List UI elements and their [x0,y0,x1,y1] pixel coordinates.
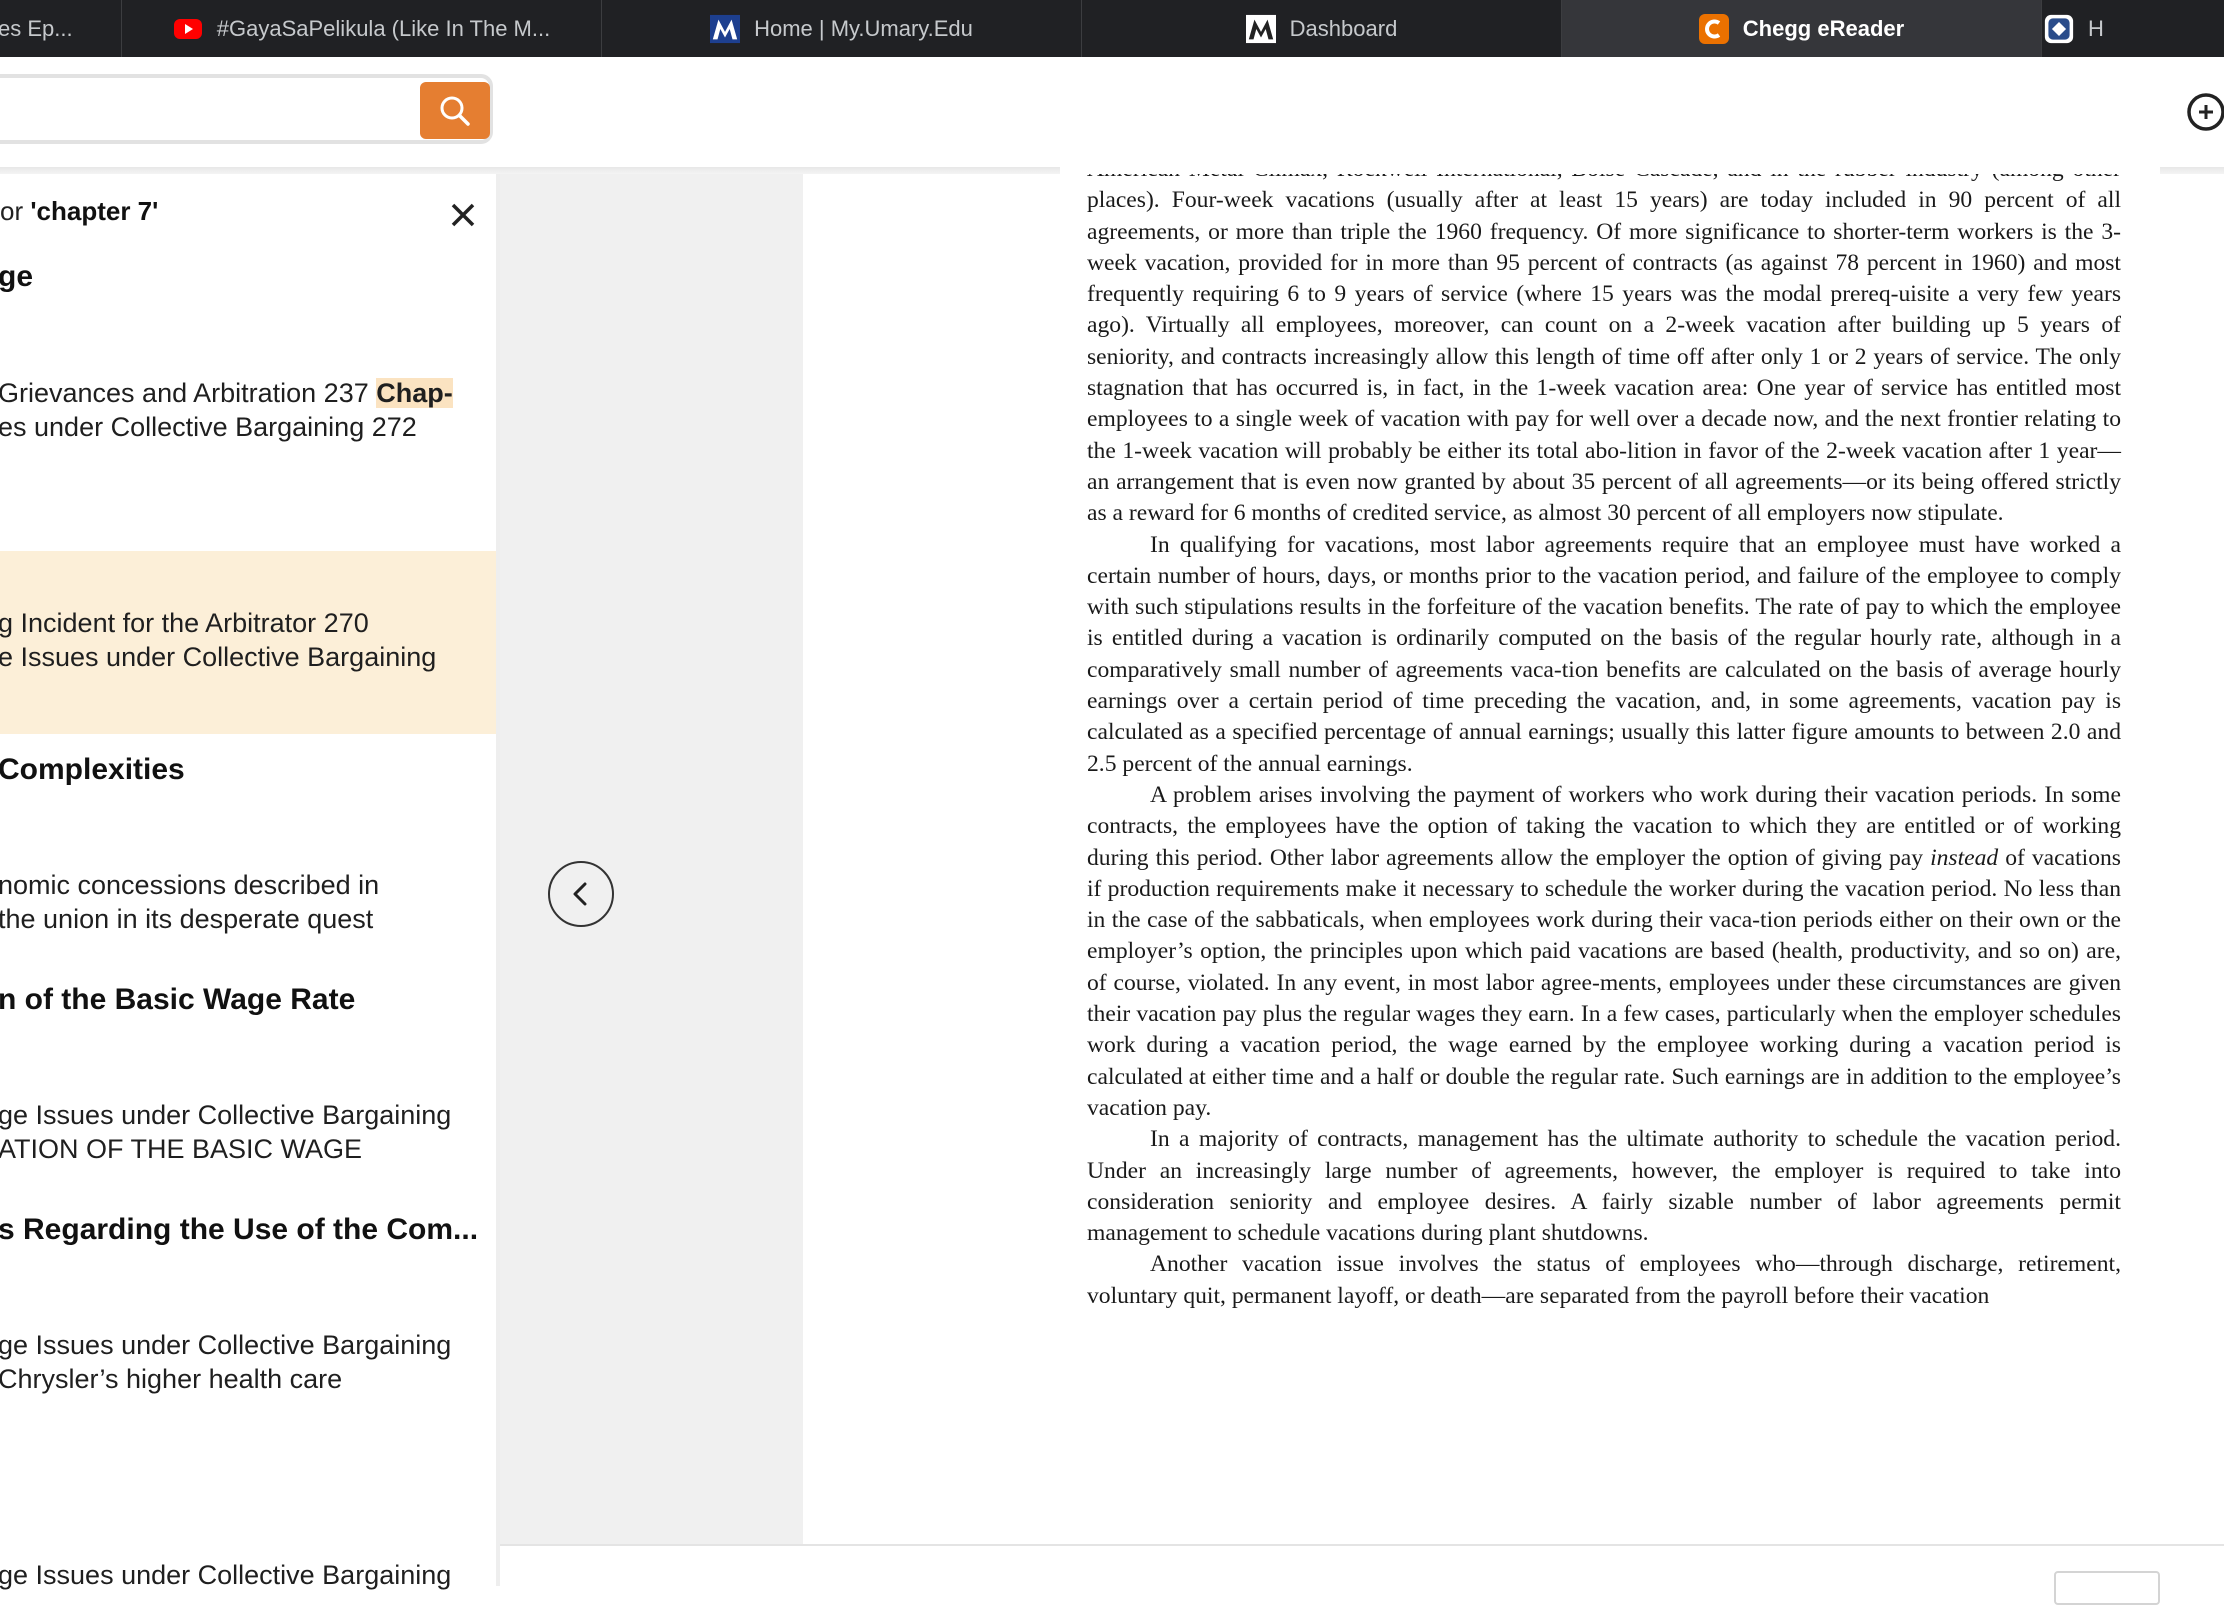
tab-label: Dashboard [1289,15,1398,41]
generic-icon [2044,14,2074,44]
tab-label: es Ep... [0,15,73,41]
result-snippet[interactable]: Chrysler’s higher health care [0,1362,342,1396]
zoom-in-icon[interactable] [2184,92,2224,136]
page-content: American Metal Climax, Rockwell Internat… [1087,154,2121,1312]
tab-label: H [2088,15,2104,41]
search-button[interactable] [420,82,490,139]
paragraph: Another vacation issue involves the stat… [1087,1251,2121,1309]
tab-label: Home | My.Umary.Edu [754,15,973,41]
search-results-label: or 'chapter 7' [0,196,159,226]
result-heading[interactable]: s Regarding the Use of the Com... [0,1213,478,1247]
reader-footer [500,1544,2224,1586]
result-snippet[interactable]: g Incident for the Arbitrator 270 [0,606,369,640]
result-snippet[interactable]: e Issues under Collective Bargaining [0,640,436,674]
browser-tab-bar: es Ep... #GayaSaPelikula (Like In The M.… [0,0,2224,57]
youtube-icon [173,14,203,44]
result-heading[interactable]: Complexities [0,753,185,787]
result-snippet[interactable]: es under Collective Bargaining 272 [0,410,417,444]
close-icon[interactable] [446,198,480,232]
paragraph: In qualifying for vacations, most labor … [1087,531,2121,777]
tab-partial-right[interactable]: H [2042,0,2224,57]
search-icon [440,96,470,126]
tab-dashboard[interactable]: Dashboard [1082,0,1562,57]
result-snippet[interactable]: ge Issues under Collective Bargaining [0,1558,451,1592]
result-snippet[interactable]: the union in its desperate quest [0,902,373,936]
result-snippet[interactable]: ge Issues under Collective Bargaining [0,1328,451,1362]
result-snippet[interactable]: nomic concessions described in [0,868,379,902]
result-snippet[interactable]: Grievances and Arbitration 237 Chap- [0,376,453,410]
chevron-left-icon [573,882,587,906]
page-top-mask [1060,152,2160,174]
tab-label: Chegg eReader [1742,15,1905,41]
search-hit: Chap- [376,378,453,408]
tab-umary-home[interactable]: Home | My.Umary.Edu [602,0,1082,57]
chegg-icon [1698,13,1729,44]
paragraph: A problem arises involving the payment o… [1087,781,2121,1121]
umary-icon [710,14,741,44]
page-number-input[interactable] [2054,1571,2160,1605]
result-heading[interactable]: n of the Basic Wage Rate [0,983,355,1017]
result-snippet[interactable]: ATION OF THE BASIC WAGE [0,1132,362,1166]
tab-chegg-ereader[interactable]: Chegg eReader [1562,0,2042,57]
umary-icon [1245,14,1276,44]
result-snippet[interactable]: ge Issues under Collective Bargaining [0,1098,451,1132]
result-heading[interactable]: ge [0,260,33,294]
search-query: 'chapter 7' [30,196,159,226]
paragraph: In a majority of contracts, management h… [1087,1126,2121,1247]
previous-page-button[interactable] [548,861,614,927]
paragraph: American Metal Climax, Rockwell Internat… [1087,156,2121,527]
tab-label: #GayaSaPelikula (Like In The M... [216,15,551,41]
tab-partial-left[interactable]: es Ep... [0,0,122,57]
tab-youtube[interactable]: #GayaSaPelikula (Like In The M... [122,0,602,57]
